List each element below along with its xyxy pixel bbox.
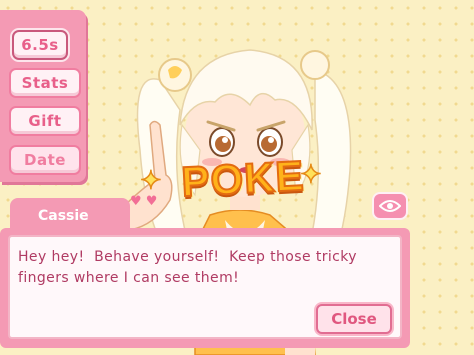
star-icon: ✦ bbox=[299, 159, 322, 191]
eye-icon bbox=[379, 200, 401, 212]
timer-button[interactable]: 6.5s bbox=[12, 30, 68, 60]
timer-label: 6.5s bbox=[21, 36, 59, 54]
eye-toggle-button[interactable] bbox=[372, 192, 408, 220]
date-label: Date bbox=[24, 151, 66, 169]
stats-label: Stats bbox=[21, 74, 69, 92]
gift-label: Gift bbox=[28, 112, 62, 130]
dialog-message: Hey hey! Behave yourself! Keep those tri… bbox=[18, 249, 362, 286]
side-menu: 6.5s Stats Gift Date bbox=[0, 10, 86, 182]
gift-button[interactable]: Gift bbox=[9, 106, 81, 136]
stats-button[interactable]: Stats bbox=[9, 68, 81, 98]
hearts-icon: ♥ ♥ bbox=[130, 194, 158, 209]
speaker-name: Cassie bbox=[38, 208, 89, 224]
date-button[interactable]: Date bbox=[9, 145, 81, 175]
game-scene: 6.5s Stats Gift Date ✦ POKE ✦ Cassie ♥ ♥… bbox=[0, 0, 474, 355]
close-button[interactable]: Close bbox=[316, 304, 392, 334]
close-label: Close bbox=[331, 310, 377, 328]
